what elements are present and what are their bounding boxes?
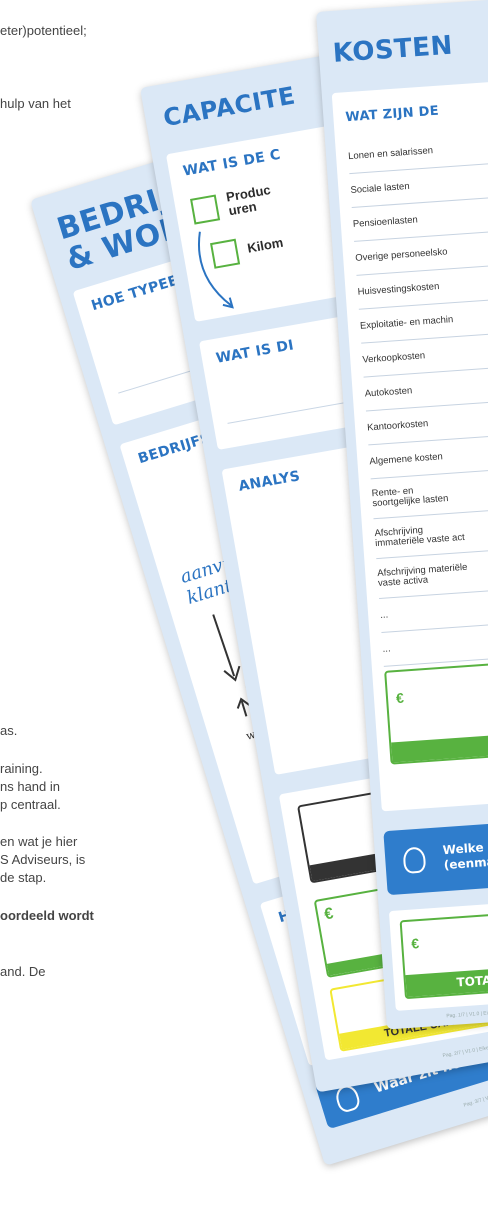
- tip-text: Welke ko (eenmalig: [442, 839, 488, 873]
- euro-sign: €: [410, 935, 420, 952]
- kosten-subtotal-box: € T: [384, 655, 488, 765]
- bg-line: as.: [0, 723, 18, 738]
- page-footer: Pag. 1/7 | V1.0 | Eikenpoort Ondernemers: [446, 1007, 488, 1020]
- kosten-total-box: € TOTALE KOSTEN: [399, 905, 488, 1000]
- capaciteit-section-title: ANALYS: [237, 468, 302, 495]
- option-production-hours: Produc uren: [224, 182, 272, 219]
- total-costs-label: TOTALE KOSTEN: [405, 960, 488, 998]
- euro-sign: €: [322, 905, 335, 924]
- bg-line: eter)potentieel;: [0, 23, 87, 38]
- capaciteit-section-title: WAT IS DE C: [181, 146, 282, 180]
- bg-line-bold: oordeeld wordt: [0, 908, 94, 923]
- bg-line: de stap.: [0, 870, 47, 885]
- page-footer: Pag. 2/7 | V1.0 | Eikenpoort Ondernemers: [442, 1037, 488, 1060]
- euro-sign: €: [395, 689, 405, 707]
- subtotal-label: T: [391, 727, 488, 763]
- kosten-section-title: WAT ZIJN DE: [344, 103, 440, 126]
- sheet-kosten-title: KOSTEN: [331, 30, 454, 69]
- kosten-total-card: € TOTALE KOSTEN: [388, 895, 488, 1011]
- lightbulb-icon: [402, 846, 427, 874]
- checkbox-production-hours[interactable]: [190, 194, 221, 225]
- option-kilometers: Kilom: [246, 234, 285, 256]
- bg-line: p centraal.: [0, 797, 61, 812]
- capaciteit-section-title: WAT IS DI: [214, 337, 296, 367]
- bedrijf-section-title: HOE TYPEE: [89, 272, 181, 315]
- tip-banner: Welke ko (eenmalig: [383, 815, 488, 896]
- bg-line: S Adviseurs, is: [0, 852, 86, 867]
- sheet-capaciteit-title: CAPACITE: [161, 81, 298, 133]
- bg-line: ns hand in: [0, 779, 60, 794]
- bg-line: raining.: [0, 761, 43, 776]
- bg-line: en wat je hier: [0, 834, 78, 849]
- bg-line: and. De: [0, 964, 46, 979]
- bg-line: hulp van het: [0, 96, 71, 111]
